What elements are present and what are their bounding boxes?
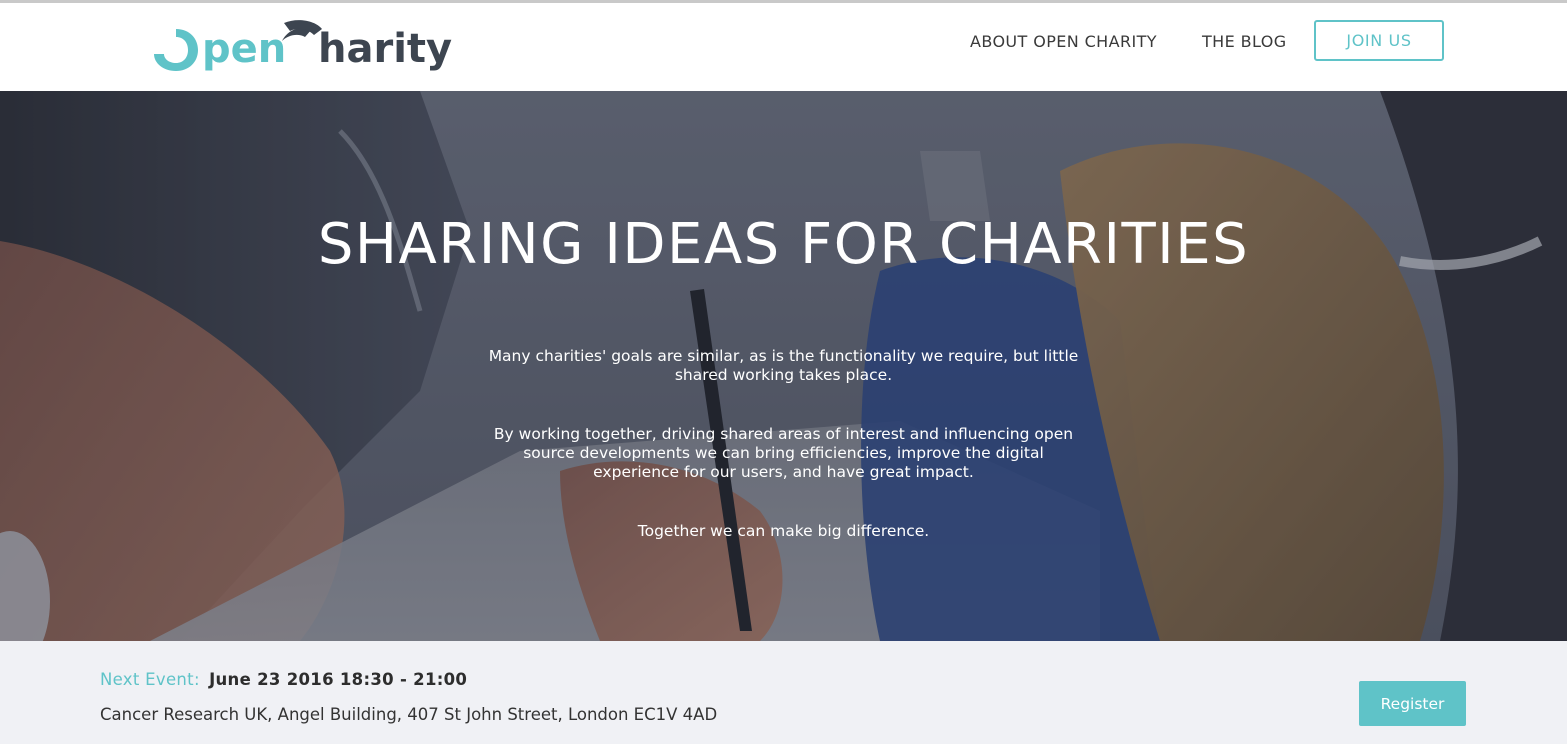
hero-title: SHARING IDEAS FOR CHARITIES xyxy=(317,212,1250,277)
event-heading: Next Event: June 23 2016 18:30 - 21:00 xyxy=(100,670,467,689)
hero-section: SHARING IDEAS FOR CHARITIES Many chariti… xyxy=(0,91,1567,641)
hero-paragraph-1: Many charities' goals are similar, as is… xyxy=(0,347,1567,385)
opencharity-logo-icon: pen harity xyxy=(154,20,452,72)
site-header: pen harity ABOUT OPEN CHARITY THE BLOG J… xyxy=(0,3,1567,91)
hero-paragraph-2: By working together, driving shared area… xyxy=(0,425,1567,482)
site-logo[interactable]: pen harity xyxy=(152,15,464,73)
hero-paragraph-text: Together we can make big difference. xyxy=(637,522,930,540)
svg-text:pen: pen xyxy=(202,26,286,72)
nav-blog-link[interactable]: THE BLOG xyxy=(1202,32,1287,51)
event-label: Next Event: xyxy=(100,670,200,689)
next-event-bar: Next Event: June 23 2016 18:30 - 21:00 C… xyxy=(0,641,1567,744)
hero-paragraph-text: Many charities' goals are similar, as is… xyxy=(488,347,1079,384)
nav-about-link[interactable]: ABOUT OPEN CHARITY xyxy=(970,32,1157,51)
main-nav: ABOUT OPEN CHARITY THE BLOG JOIN US xyxy=(960,20,1446,63)
register-button[interactable]: Register xyxy=(1359,681,1466,726)
svg-text:harity: harity xyxy=(318,26,452,72)
hero-paragraph-text: By working together, driving shared area… xyxy=(493,425,1074,481)
hero-paragraph-3: Together we can make big difference. xyxy=(0,522,1567,541)
event-address: Cancer Research UK, Angel Building, 407 … xyxy=(100,705,718,724)
event-date: June 23 2016 18:30 - 21:00 xyxy=(209,670,468,689)
join-us-button[interactable]: JOIN US xyxy=(1314,20,1444,61)
